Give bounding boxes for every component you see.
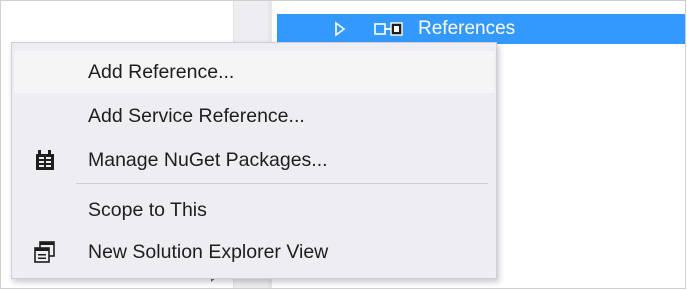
menu-item-label: Manage NuGet Packages... [88,149,328,171]
menu-item-new-solution-explorer-view[interactable]: New Solution Explorer View [14,231,494,273]
context-menu: Add Reference... Add Service Reference..… [11,42,497,279]
expand-arrow-icon[interactable] [334,21,346,37]
menu-item-manage-nuget-packages[interactable]: Manage NuGet Packages... [14,139,494,181]
menu-item-label: Scope to This [88,199,207,221]
menu-item-label: Add Reference... [88,61,235,83]
menu-item-scope-to-this[interactable]: Scope to This [14,189,494,231]
menu-item-add-reference[interactable]: Add Reference... [14,51,494,93]
new-window-icon [34,241,55,263]
menu-item-add-service-reference[interactable]: Add Service Reference... [14,95,494,137]
menu-item-label: Add Service Reference... [88,105,305,127]
nuget-package-icon [36,150,54,170]
tree-item-label: References [418,18,516,39]
references-icon [374,22,403,36]
menu-separator [76,183,488,184]
menu-item-label: New Solution Explorer View [88,241,329,263]
